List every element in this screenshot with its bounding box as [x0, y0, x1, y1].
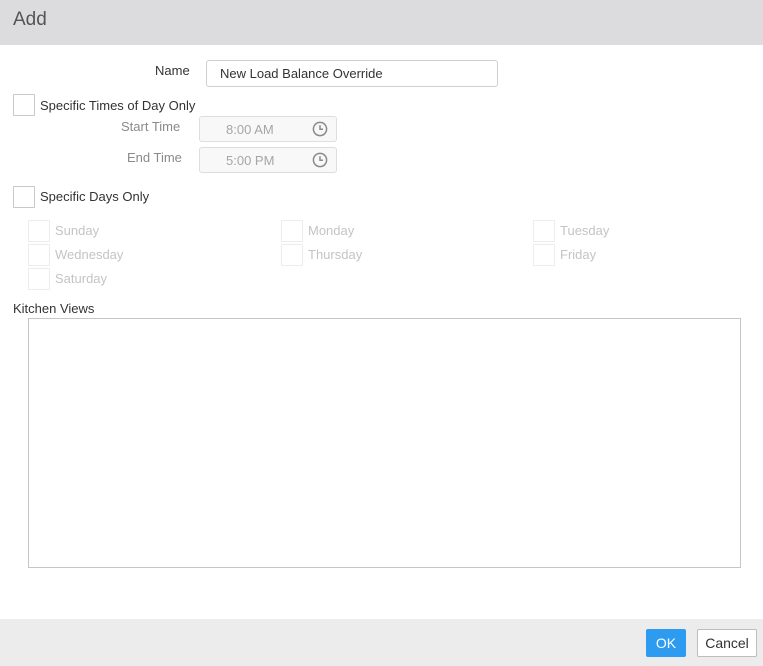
start-time-label: Start Time: [121, 119, 181, 134]
specific-days-label[interactable]: Specific Days Only: [40, 189, 149, 204]
dialog-header: Add: [0, 0, 763, 45]
kitchen-views-label: Kitchen Views: [13, 301, 95, 316]
day-label-saturday: Saturday: [55, 271, 108, 286]
cancel-button[interactable]: Cancel: [697, 629, 757, 657]
ok-button[interactable]: OK: [646, 629, 686, 657]
name-input[interactable]: [206, 60, 498, 87]
end-time-label: End Time: [127, 150, 182, 165]
day-checkbox-thursday[interactable]: [281, 244, 303, 266]
day-label-wednesday: Wednesday: [55, 247, 124, 262]
day-label-monday: Monday: [308, 223, 355, 238]
day-checkbox-tuesday[interactable]: [533, 220, 555, 242]
end-time-picker[interactable]: 5:00 PM: [199, 147, 337, 173]
clock-icon[interactable]: [312, 121, 328, 137]
kitchen-views-list[interactable]: [28, 318, 741, 568]
dialog-title: Add: [13, 9, 47, 30]
day-checkbox-wednesday[interactable]: [28, 244, 50, 266]
day-label-sunday: Sunday: [55, 223, 100, 238]
end-time-value: 5:00 PM: [226, 153, 275, 168]
day-label-tuesday: Tuesday: [560, 223, 610, 238]
day-label-thursday: Thursday: [308, 247, 363, 262]
specific-times-label[interactable]: Specific Times of Day Only: [40, 98, 195, 113]
day-checkbox-monday[interactable]: [281, 220, 303, 242]
specific-days-checkbox[interactable]: [13, 186, 35, 208]
specific-times-checkbox[interactable]: [13, 94, 35, 116]
start-time-value: 8:00 AM: [226, 122, 274, 137]
day-checkbox-saturday[interactable]: [28, 268, 50, 290]
day-checkbox-friday[interactable]: [533, 244, 555, 266]
dialog-footer: OK Cancel: [0, 619, 763, 666]
day-label-friday: Friday: [560, 247, 597, 262]
start-time-picker[interactable]: 8:00 AM: [199, 116, 337, 142]
name-label: Name: [155, 63, 190, 78]
clock-icon[interactable]: [312, 152, 328, 168]
day-checkbox-sunday[interactable]: [28, 220, 50, 242]
